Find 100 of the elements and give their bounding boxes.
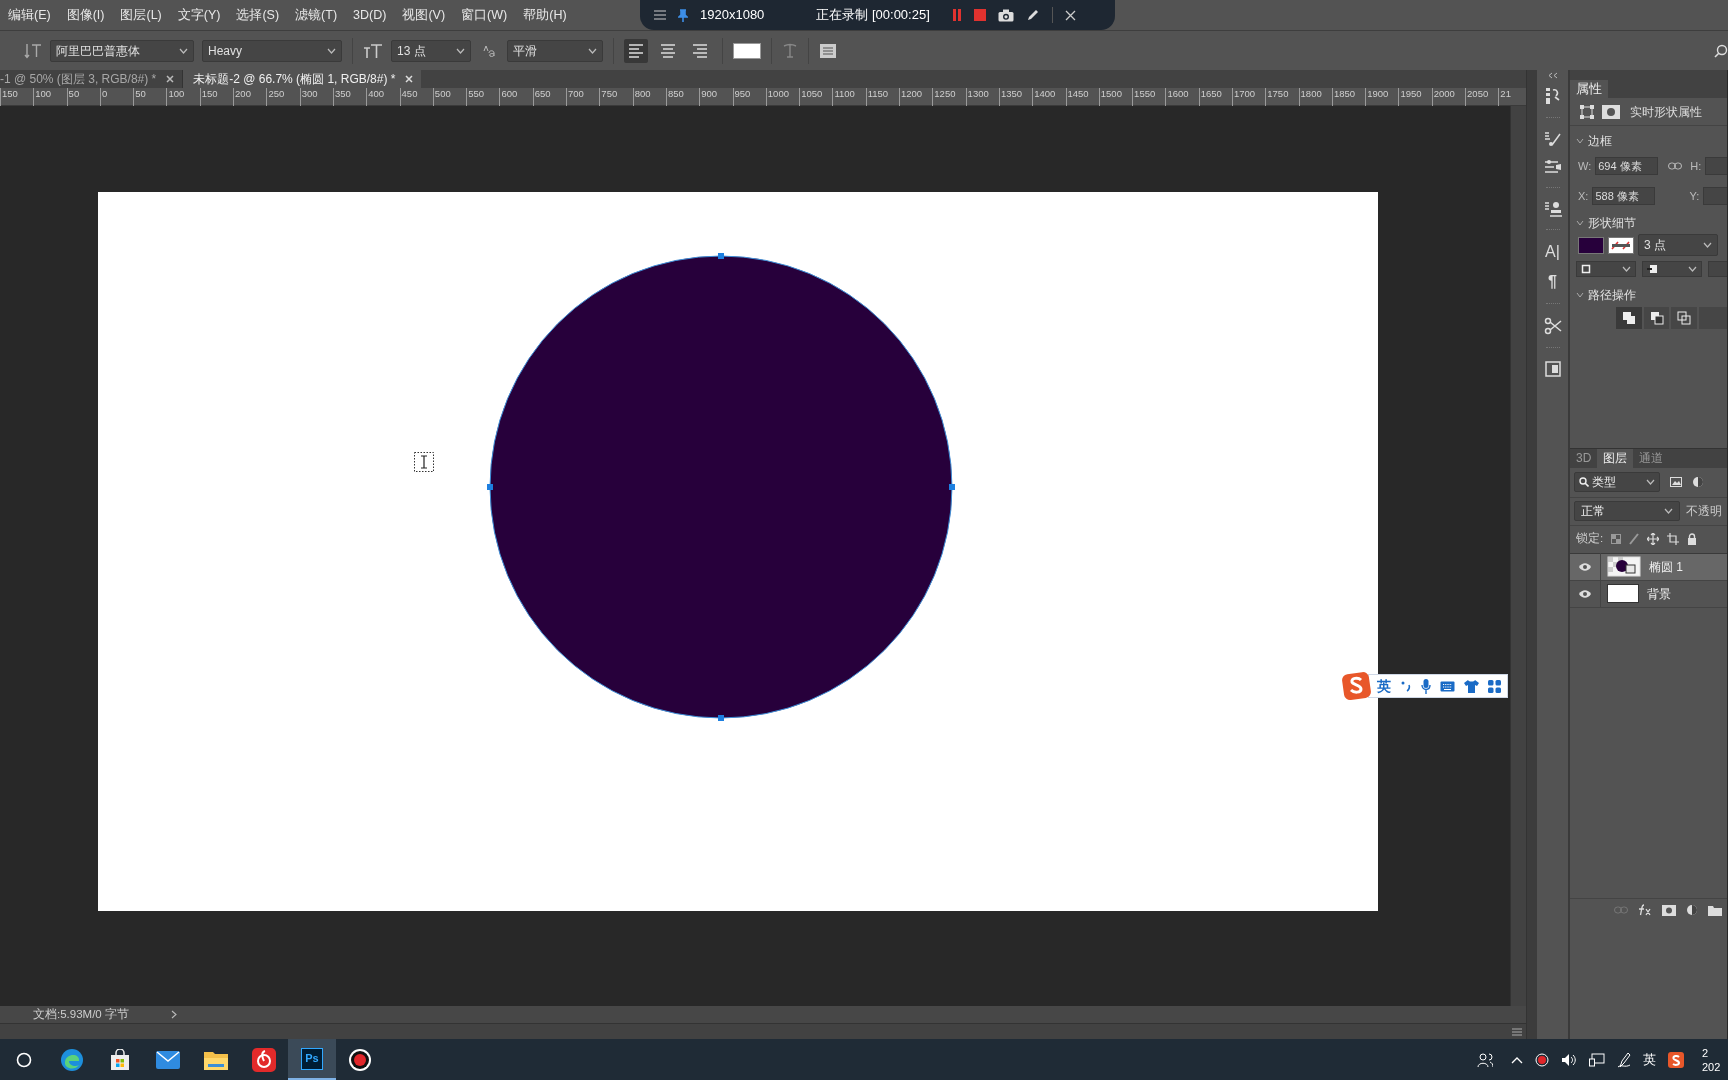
menu-icon[interactable] [654,10,666,20]
paragraph-panel-button[interactable]: ¶ [1548,273,1557,291]
stroke-align-dropdown[interactable] [1576,261,1636,277]
layer-filter-dropdown[interactable]: 类型 [1574,472,1660,492]
layer-row[interactable]: 椭圆 1 [1570,553,1727,581]
chevron-down-icon[interactable] [1576,138,1584,144]
shape-bounds-icon[interactable] [1578,102,1596,121]
mask-icon[interactable] [1662,904,1676,916]
horizontal-scrollbar[interactable] [0,1023,1526,1039]
panel-tab[interactable]: 图层 [1597,448,1634,468]
panel-tab[interactable]: 通道 [1633,448,1670,468]
blend-mode-dropdown[interactable]: 正常 [1574,501,1680,521]
eye-icon[interactable] [1578,588,1592,599]
input-mode-toggle[interactable]: 英 [1377,675,1391,697]
microphone-icon[interactable] [1421,678,1431,694]
section-header[interactable]: 形状细节 [1588,214,1636,232]
record-icon[interactable] [1535,1052,1549,1067]
font-size-dropdown[interactable]: 13 点 [391,39,471,62]
collapse-icon[interactable] [1547,72,1558,79]
path-operation-button[interactable] [1671,307,1697,329]
menu-item[interactable]: 滤镜(T) [287,5,346,25]
menu-item[interactable]: 帮助(H) [515,5,575,25]
text-orientation-icon[interactable] [24,42,42,59]
chevron-down-icon[interactable] [1576,220,1584,226]
effects-icon[interactable] [1638,904,1652,916]
panel-tab[interactable]: 属性 [1570,80,1608,98]
sliders-icon[interactable] [1543,159,1562,175]
move-icon[interactable] [1647,533,1660,545]
sogou-tray-icon[interactable] [1668,1051,1684,1068]
panels-icon[interactable] [819,42,837,59]
menu-item[interactable]: 视图(V) [394,5,454,25]
photoshop-taskbar-button[interactable]: Ps [288,1039,336,1080]
shirt-icon[interactable] [1464,679,1479,693]
image-filter-icon[interactable] [1670,477,1682,487]
stroke-color-swatch[interactable] [1608,236,1634,254]
stroke-width-dropdown[interactable]: 3 点 [1638,234,1718,256]
antialias-dropdown[interactable]: 平滑 [507,39,603,62]
keyboard-icon[interactable] [1440,680,1455,692]
camera-icon[interactable] [997,8,1014,22]
stop-icon[interactable] [973,9,986,21]
path-operation-button[interactable] [1643,307,1670,329]
network-icon[interactable] [1589,1052,1605,1067]
width-field[interactable]: 694 像素 [1595,157,1659,175]
chevron-down-icon[interactable] [1576,292,1584,298]
panel-tab[interactable]: 3D [1570,448,1598,468]
speaker-icon[interactable] [1561,1052,1577,1067]
text-color-swatch[interactable] [733,42,761,59]
pen-icon[interactable] [1617,1051,1631,1068]
punctuation-icon[interactable] [1400,680,1412,692]
stroke-cap-dropdown[interactable] [1642,261,1702,277]
people-icon[interactable] [1477,1051,1493,1068]
path-operation-button[interactable] [1616,307,1642,329]
brush-icon[interactable] [1629,533,1640,545]
pause-icon[interactable] [951,9,962,21]
character-panel-button[interactable]: A| [1545,243,1560,261]
history-icon[interactable] [1544,87,1561,105]
sogou-logo-icon[interactable] [1342,671,1372,701]
vertical-scrollbar[interactable] [1510,106,1526,1006]
stamp-icon[interactable] [1543,201,1562,217]
eye-icon[interactable] [1578,561,1592,572]
section-header[interactable]: 边框 [1588,132,1612,150]
document-tab[interactable]: -1 @ 50% (图层 3, RGB/8#) * [0,70,184,88]
close-icon[interactable] [1064,9,1076,21]
link-icon[interactable] [1668,162,1683,170]
mask-icon[interactable] [1602,104,1620,119]
clock[interactable]: 2 202 [1702,1045,1724,1074]
lock-transparency-icon[interactable] [1611,534,1622,544]
close-icon[interactable] [405,75,414,83]
artboard-icon[interactable] [1667,533,1680,545]
document-tab[interactable]: 未标题-2 @ 66.7% (椭圆 1, RGB/8#) * [183,70,422,88]
close-icon[interactable] [166,75,175,83]
library-icon[interactable] [1544,361,1561,377]
section-header[interactable]: 路径操作 [1588,286,1636,304]
layer-name[interactable]: 背景 [1647,584,1671,603]
layer-row[interactable]: 背景 [1570,580,1727,608]
search-icon[interactable] [1714,43,1728,58]
chevron-right-icon[interactable] [170,1010,177,1019]
x-position-field[interactable]: 588 像素 [1592,187,1656,205]
input-language-indicator[interactable]: 英 [1643,1049,1656,1070]
menu-item[interactable]: 选择(S) [228,5,288,25]
adjustment-layer-icon[interactable] [1686,904,1698,916]
adjustment-filter-icon[interactable] [1692,476,1704,488]
menu-item[interactable]: 文字(Y) [169,5,229,25]
font-style-dropdown[interactable]: Heavy [202,39,342,62]
menu-item[interactable]: 图层(L) [112,5,170,25]
pin-icon[interactable] [678,8,688,22]
fill-color-swatch[interactable] [1578,236,1604,254]
menu-item[interactable]: 编辑(E) [0,5,59,25]
lock-icon[interactable] [1687,533,1698,545]
font-size-icon[interactable] [363,42,383,59]
font-family-dropdown[interactable]: 阿里巴巴普惠体 [50,39,194,62]
grid-icon[interactable] [1488,679,1501,693]
folder-icon[interactable] [1708,904,1722,916]
align-left-button[interactable] [624,38,648,63]
chevron-up-icon[interactable] [1511,1055,1523,1064]
menu-item[interactable]: 3D(D) [345,5,395,25]
scissors-icon[interactable] [1543,317,1562,335]
menu-item[interactable]: 窗口(W) [453,5,516,25]
layer-name[interactable]: 椭圆 1 [1649,557,1683,576]
pencil-icon[interactable] [1025,8,1040,22]
